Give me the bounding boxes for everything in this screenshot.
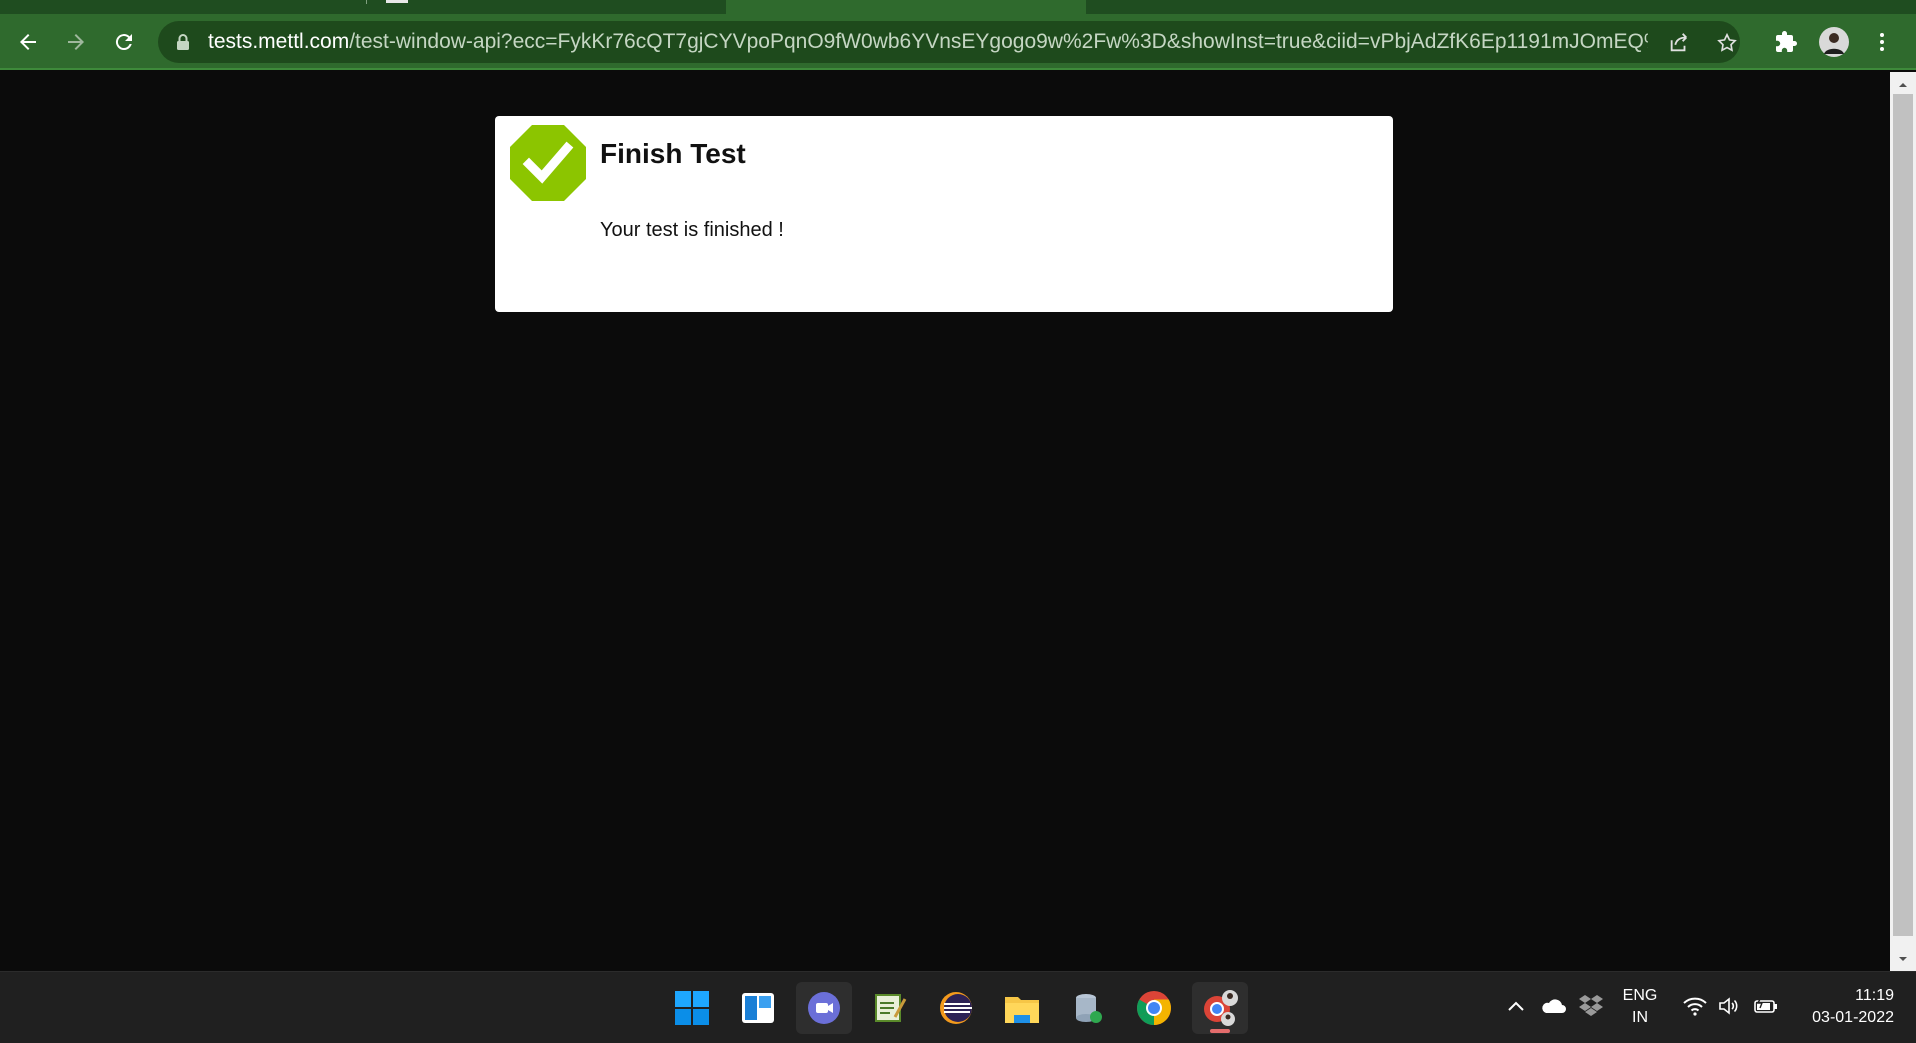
check-badge-icon bbox=[509, 124, 587, 207]
volume-icon[interactable] bbox=[1716, 994, 1742, 1018]
clock-date: 03-01-2022 bbox=[1812, 1009, 1894, 1026]
extensions-button[interactable] bbox=[1770, 26, 1802, 58]
url-text[interactable]: tests.mettl.com/test-window-api?ecc=FykK… bbox=[208, 30, 1648, 54]
back-button[interactable] bbox=[12, 26, 44, 58]
chevron-up-icon bbox=[1508, 1001, 1524, 1011]
show-hidden-icons-button[interactable] bbox=[1504, 994, 1528, 1018]
forward-icon bbox=[68, 34, 84, 50]
taskbar: ENG IN 11:19 03-01-2022 bbox=[0, 971, 1916, 1043]
reload-button[interactable] bbox=[108, 26, 140, 58]
star-icon[interactable] bbox=[1714, 30, 1740, 56]
finish-test-dialog: Finish Test Your test is finished ! bbox=[495, 116, 1393, 312]
url-host: tests.mettl.com bbox=[208, 30, 350, 53]
forward-button[interactable] bbox=[60, 26, 92, 58]
database-app-button[interactable] bbox=[1060, 982, 1116, 1034]
share-icon[interactable] bbox=[1666, 30, 1692, 56]
page-content: Finish Test Your test is finished ! bbox=[0, 72, 1890, 971]
dialog-message: Your test is finished ! bbox=[600, 219, 784, 241]
notepad-icon bbox=[875, 994, 907, 1022]
language-code: ENG bbox=[1622, 987, 1658, 1004]
active-tab[interactable] bbox=[726, 0, 1086, 14]
database-icon bbox=[1076, 994, 1102, 1023]
clock-time: 11:19 bbox=[1855, 987, 1894, 1004]
chrome-icon bbox=[1137, 991, 1171, 1025]
wifi-icon[interactable] bbox=[1682, 994, 1708, 1018]
chrome-profile-icon bbox=[1204, 990, 1238, 1026]
page-scrollbar[interactable] bbox=[1890, 72, 1916, 971]
browser-toolbar: tests.mettl.com/test-window-api?ecc=FykK… bbox=[0, 14, 1916, 70]
notepad-app-button[interactable] bbox=[862, 982, 918, 1034]
profile-avatar[interactable] bbox=[1818, 26, 1850, 58]
running-indicator bbox=[1210, 1029, 1230, 1033]
menu-icon bbox=[1880, 33, 1884, 51]
teams-chat-button[interactable] bbox=[796, 982, 852, 1034]
back-icon bbox=[20, 34, 36, 50]
tab-separator bbox=[366, 0, 367, 4]
battery-charging-icon[interactable] bbox=[1752, 994, 1780, 1018]
windows-start-button[interactable] bbox=[664, 982, 720, 1034]
menu-button[interactable] bbox=[1866, 26, 1898, 58]
address-bar[interactable]: tests.mettl.com/test-window-api?ecc=FykK… bbox=[158, 21, 1740, 63]
scroll-up-icon[interactable] bbox=[1897, 78, 1909, 90]
language-indicator[interactable]: ENG IN bbox=[1618, 985, 1662, 1029]
scroll-down-icon[interactable] bbox=[1897, 952, 1909, 964]
eclipse-app-button[interactable] bbox=[928, 982, 984, 1034]
widgets-icon bbox=[742, 993, 774, 1023]
file-explorer-button[interactable] bbox=[994, 982, 1050, 1034]
eclipse-icon bbox=[940, 992, 972, 1024]
extensions-icon bbox=[1776, 31, 1797, 52]
chrome-profile-app-button[interactable] bbox=[1192, 982, 1248, 1034]
scroll-thumb[interactable] bbox=[1893, 94, 1913, 936]
teams-chat-icon bbox=[808, 992, 840, 1024]
dialog-title: Finish Test bbox=[600, 138, 746, 169]
region-code: IN bbox=[1632, 1009, 1648, 1026]
windows-start-icon bbox=[675, 991, 709, 1025]
reload-icon bbox=[115, 34, 132, 51]
dropbox-icon[interactable] bbox=[1578, 992, 1604, 1018]
clock[interactable]: 11:19 03-01-2022 bbox=[1794, 985, 1894, 1029]
lock-icon[interactable] bbox=[176, 33, 190, 56]
tab-strip bbox=[0, 0, 1916, 14]
onedrive-icon[interactable] bbox=[1540, 994, 1566, 1018]
chrome-app-button[interactable] bbox=[1126, 982, 1182, 1034]
tab-favicon[interactable] bbox=[386, 0, 408, 3]
url-path: /test-window-api?ecc=FykKr76cQT7gjCYVpoP… bbox=[349, 30, 1648, 53]
task-view-button[interactable] bbox=[730, 982, 786, 1034]
folder-icon bbox=[1005, 997, 1039, 1023]
